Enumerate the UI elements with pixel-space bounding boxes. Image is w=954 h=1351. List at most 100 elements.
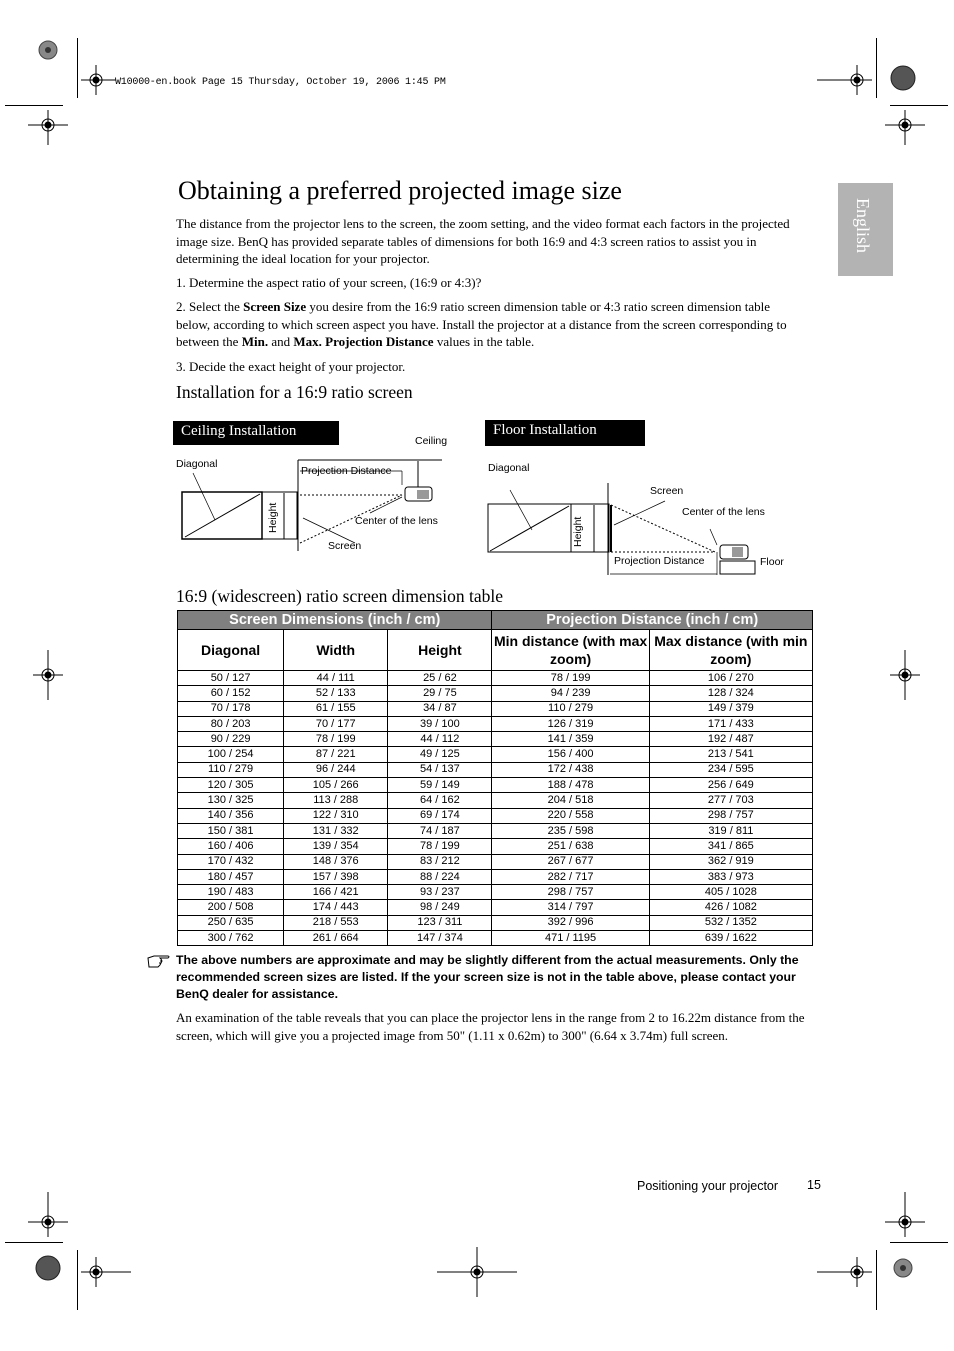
cell-height: 34 / 87	[387, 700, 493, 717]
starburst-mark-icon	[893, 1258, 913, 1278]
group-header-projection-distance: Projection Distance (inch / cm)	[491, 610, 813, 630]
registration-target-icon	[890, 650, 920, 700]
conclusion-paragraph: An examination of the table reveals that…	[176, 1010, 805, 1043]
footer-section-title: Positioning your projector	[637, 1179, 779, 1193]
cell-width: 157 / 398	[283, 868, 389, 886]
cell-width: 96 / 244	[283, 761, 389, 779]
crop-mark	[890, 105, 948, 106]
cell-width: 131 / 332	[283, 822, 389, 840]
cell-height: 83 / 212	[387, 853, 493, 870]
intro-paragraph: The distance from the projector lens to …	[176, 216, 790, 266]
registration-target-icon	[817, 1257, 872, 1287]
cell-diagonal: 150 / 381	[176, 822, 285, 840]
table-row: 170 / 432 148 / 376 83 / 212 267 / 677 362 /…	[176, 853, 814, 870]
crop-mark	[5, 1242, 63, 1243]
projection-distance-label: Projection Distance	[614, 555, 705, 567]
cell-width: 105 / 266	[283, 777, 389, 794]
cell-width: 166 / 421	[283, 884, 389, 901]
cell-min-distance: 188 / 478	[491, 777, 650, 794]
cell-max-distance: 234 / 595	[648, 761, 814, 779]
column-header-min-distance: Min distance (with max zoom)	[491, 629, 650, 671]
cell-min-distance: 282 / 717	[491, 868, 650, 886]
registration-target-icon	[81, 1257, 131, 1287]
language-tab: English	[838, 183, 893, 276]
step-2-text: 2. Select the	[176, 299, 244, 314]
cell-width: 261 / 664	[283, 930, 389, 947]
ceiling-label: Ceiling	[415, 435, 448, 447]
cell-min-distance: 251 / 638	[491, 838, 650, 855]
registration-target-icon	[33, 650, 63, 700]
cell-width: 87 / 221	[283, 746, 389, 763]
cell-width: 52 / 133	[283, 685, 389, 702]
table-row: 120 / 305 105 / 266 59 / 149 188 / 478 256 /…	[176, 777, 814, 794]
registration-target-icon	[28, 1192, 68, 1237]
table-row: 80 / 203 70 / 177 39 / 100 126 / 319 171 / 4…	[176, 715, 814, 733]
cell-max-distance: 277 / 703	[648, 792, 814, 809]
column-header-max-distance: Max distance (with min zoom)	[648, 629, 814, 671]
crop-mark	[5, 105, 63, 106]
cell-min-distance: 172 / 438	[491, 761, 650, 779]
table-row: 190 / 483 166 / 421 93 / 237 298 / 757 405 /…	[176, 884, 814, 901]
group-header-screen-dimensions: Screen Dimensions (inch / cm)	[176, 610, 493, 630]
cell-height: 54 / 137	[387, 761, 493, 779]
screen-label: Screen	[328, 540, 362, 552]
cell-min-distance: 126 / 319	[491, 715, 650, 733]
screen-label: Screen	[650, 485, 684, 497]
starburst-mark-icon	[890, 65, 916, 91]
column-header-diagonal: Diagonal	[176, 629, 285, 671]
cell-min-distance: 94 / 239	[491, 685, 650, 702]
cell-height: 44 / 112	[387, 731, 493, 748]
cell-max-distance: 106 / 270	[648, 669, 814, 687]
cell-max-distance: 383 / 973	[648, 868, 814, 886]
step-2-text: and	[268, 334, 294, 349]
cell-diagonal: 100 / 254	[176, 746, 285, 763]
screen-dimension-table: Screen Dimensions (inch / cm) Projection…	[176, 610, 814, 947]
cell-height: 78 / 199	[387, 838, 493, 855]
floor-label: Floor	[760, 556, 784, 568]
cell-diagonal: 130 / 325	[176, 792, 285, 809]
table-row: 90 / 229 78 / 199 44 / 112 141 / 359 192 / 4…	[176, 731, 814, 748]
table-row: 110 / 279 96 / 244 54 / 137 172 / 438 234 / …	[176, 761, 814, 779]
cell-diagonal: 90 / 229	[176, 731, 285, 748]
step-3: 3. Decide the exact height of your proje…	[176, 359, 406, 374]
table-row: 130 / 325 113 / 288 64 / 162 204 / 518 277 /…	[176, 792, 814, 809]
cell-width: 139 / 354	[283, 838, 389, 855]
cell-min-distance: 235 / 598	[491, 822, 650, 840]
table-row: 60 / 152 52 / 133 29 / 75 94 / 239 128 / 324	[176, 685, 814, 702]
cell-min-distance: 314 / 797	[491, 899, 650, 916]
cell-max-distance: 149 / 379	[648, 700, 814, 717]
crop-mark	[77, 1250, 78, 1310]
table-row: 180 / 457 157 / 398 88 / 224 282 / 717 383 /…	[176, 868, 814, 886]
cell-diagonal: 120 / 305	[176, 777, 285, 794]
step-2-max-distance: Max. Projection Distance	[293, 334, 434, 349]
step-2-screen-size: Screen Size	[243, 299, 307, 314]
step-2-text: values in the table.	[433, 334, 535, 349]
registration-target-icon	[885, 1192, 925, 1237]
crop-mark	[890, 1242, 948, 1243]
cell-width: 78 / 199	[283, 731, 389, 748]
registration-target-icon	[817, 65, 872, 95]
projection-distance-label: Projection Distance	[301, 465, 392, 477]
cell-diagonal: 190 / 483	[176, 884, 285, 901]
cell-max-distance: 639 / 1622	[648, 930, 814, 947]
table-row: 150 / 381 131 / 332 74 / 187 235 / 598 319 /…	[176, 822, 814, 840]
cell-diagonal: 140 / 356	[176, 807, 285, 824]
cell-diagonal: 70 / 178	[176, 700, 285, 717]
center-lens-label: Center of the lens	[355, 515, 438, 527]
cell-diagonal: 80 / 203	[176, 715, 285, 733]
table-body: 50 / 127 44 / 111 25 / 62 78 / 199 106 / 270…	[176, 669, 814, 947]
cell-min-distance: 141 / 359	[491, 731, 650, 748]
cell-width: 44 / 111	[283, 669, 389, 687]
cell-max-distance: 256 / 649	[648, 777, 814, 794]
cell-width: 218 / 553	[283, 914, 389, 932]
registration-target-icon	[885, 110, 925, 145]
cell-diagonal: 200 / 508	[176, 899, 285, 916]
cell-diagonal: 110 / 279	[176, 761, 285, 779]
table-row: 160 / 406 139 / 354 78 / 199 251 / 638 341 /…	[176, 838, 814, 855]
cell-diagonal: 60 / 152	[176, 685, 285, 702]
cell-height: 49 / 125	[387, 746, 493, 763]
cell-min-distance: 267 / 677	[491, 853, 650, 870]
cell-min-distance: 298 / 757	[491, 884, 650, 901]
cell-height: 88 / 224	[387, 868, 493, 886]
floor-installation-diagram: Floor Installation Diagonal Screen Cente…	[480, 415, 800, 580]
